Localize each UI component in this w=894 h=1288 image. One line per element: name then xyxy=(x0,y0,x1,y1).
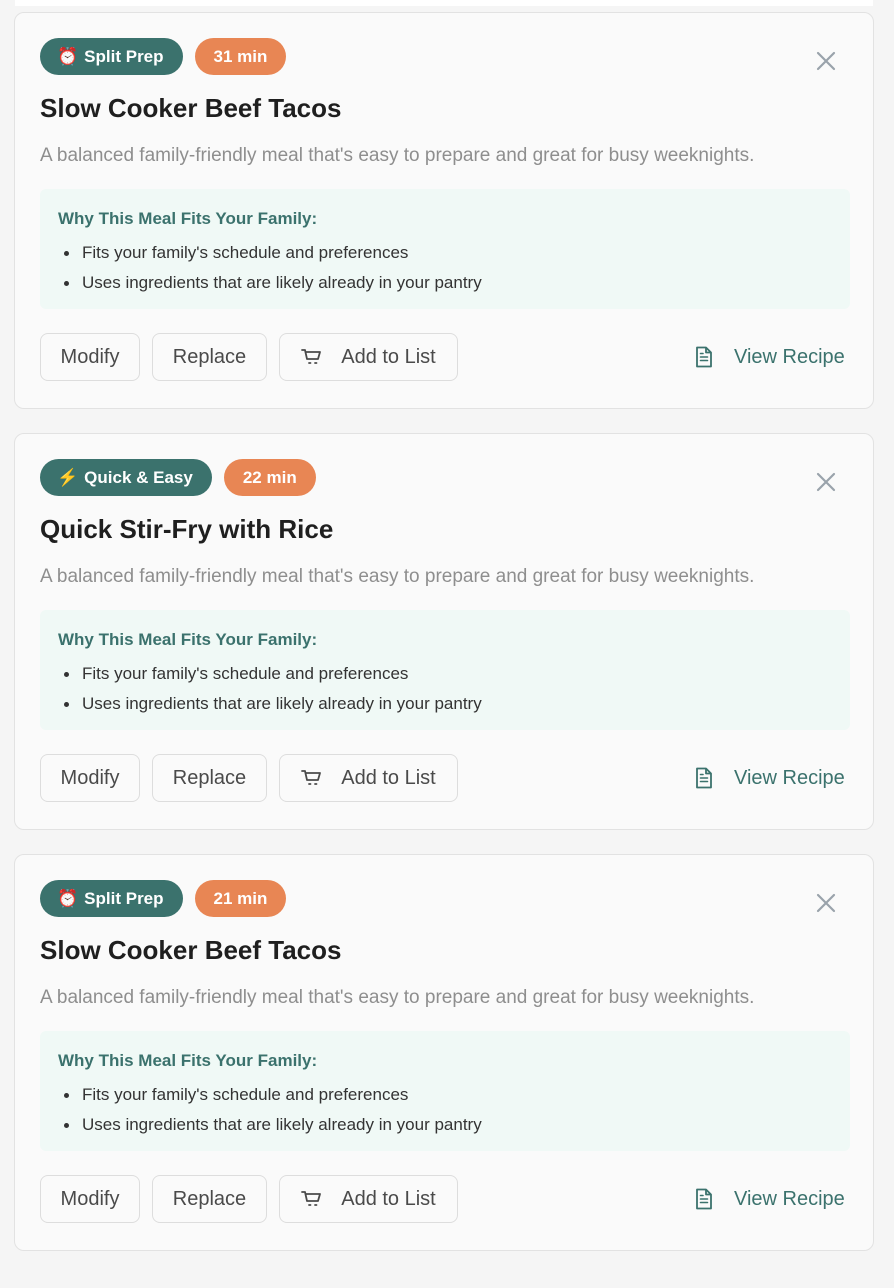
view-recipe-link[interactable]: View Recipe xyxy=(694,341,845,373)
reason-item: Uses ingredients that are likely already… xyxy=(58,1110,832,1140)
modify-button[interactable]: Modify xyxy=(40,333,140,381)
category-badge: ⚡ Quick & Easy xyxy=(40,459,212,496)
add-to-list-label: Add to List xyxy=(341,1187,436,1210)
why-this-meal-box: Why This Meal Fits Your Family: Fits you… xyxy=(40,1031,850,1151)
lightning-icon: ⚡ xyxy=(57,467,79,487)
meal-actions: Modify Replace Add to List xyxy=(40,1175,458,1223)
add-to-list-button[interactable]: Add to List xyxy=(279,1175,458,1223)
category-badge: ⏰ Split Prep xyxy=(40,38,183,75)
cart-icon xyxy=(301,1191,322,1206)
view-recipe-label: View Recipe xyxy=(734,345,845,368)
meal-description: A balanced family-friendly meal that's e… xyxy=(40,987,755,1008)
reason-list: Fits your family's schedule and preferen… xyxy=(58,659,832,719)
meal-badges: ⏰ Split Prep 21 min xyxy=(40,880,287,917)
replace-button[interactable]: Replace xyxy=(152,333,267,381)
meal-list: ⏰ Split Prep 31 min Slow Cooker Beef Tac… xyxy=(14,12,874,1275)
cart-icon xyxy=(301,770,322,785)
modify-button[interactable]: Modify xyxy=(40,754,140,802)
category-label: Split Prep xyxy=(84,888,164,908)
alarm-clock-icon: ⏰ xyxy=(57,46,79,66)
reason-item: Uses ingredients that are likely already… xyxy=(58,689,832,719)
time-badge: 21 min xyxy=(194,880,287,917)
view-recipe-label: View Recipe xyxy=(734,766,845,789)
time-badge: 22 min xyxy=(223,459,316,496)
why-this-meal-box: Why This Meal Fits Your Family: Fits you… xyxy=(40,189,850,309)
replace-button[interactable]: Replace xyxy=(152,754,267,802)
document-icon xyxy=(696,1188,712,1210)
why-this-meal-box: Why This Meal Fits Your Family: Fits you… xyxy=(40,610,850,730)
meal-title: Slow Cooker Beef Tacos xyxy=(40,93,342,123)
meal-actions: Modify Replace Add to List xyxy=(40,754,458,802)
document-icon xyxy=(696,767,712,789)
meal-description: A balanced family-friendly meal that's e… xyxy=(40,566,755,587)
add-to-list-label: Add to List xyxy=(341,766,436,789)
replace-button[interactable]: Replace xyxy=(152,1175,267,1223)
meal-title: Quick Stir-Fry with Rice xyxy=(40,514,334,544)
add-to-list-label: Add to List xyxy=(341,345,436,368)
meal-card: ⚡ Quick & Easy 22 min Quick Stir-Fry wit… xyxy=(14,433,874,830)
meal-badges: ⏰ Split Prep 31 min xyxy=(40,38,287,75)
meal-card: ⏰ Split Prep 31 min Slow Cooker Beef Tac… xyxy=(14,12,874,409)
meal-card: ⏰ Split Prep 21 min Slow Cooker Beef Tac… xyxy=(14,854,874,1251)
reason-item: Uses ingredients that are likely already… xyxy=(58,268,832,298)
meal-description: A balanced family-friendly meal that's e… xyxy=(40,145,755,166)
reason-item: Fits your family's schedule and preferen… xyxy=(58,238,832,268)
close-icon[interactable] xyxy=(816,51,836,71)
why-title: Why This Meal Fits Your Family: xyxy=(58,209,318,228)
reason-list: Fits your family's schedule and preferen… xyxy=(58,238,832,298)
view-recipe-link[interactable]: View Recipe xyxy=(694,1183,845,1215)
category-badge: ⏰ Split Prep xyxy=(40,880,183,917)
category-label: Quick & Easy xyxy=(84,467,193,487)
view-recipe-label: View Recipe xyxy=(734,1187,845,1210)
reason-list: Fits your family's schedule and preferen… xyxy=(58,1080,832,1140)
category-label: Split Prep xyxy=(84,46,164,66)
close-icon[interactable] xyxy=(816,472,836,492)
close-icon[interactable] xyxy=(816,893,836,913)
why-title: Why This Meal Fits Your Family: xyxy=(58,1051,318,1070)
reason-item: Fits your family's schedule and preferen… xyxy=(58,1080,832,1110)
add-to-list-button[interactable]: Add to List xyxy=(279,333,458,381)
why-title: Why This Meal Fits Your Family: xyxy=(58,630,318,649)
meal-title: Slow Cooker Beef Tacos xyxy=(40,935,342,965)
view-recipe-link[interactable]: View Recipe xyxy=(694,762,845,794)
time-badge: 31 min xyxy=(194,38,287,75)
meal-badges: ⚡ Quick & Easy 22 min xyxy=(40,459,316,496)
modify-button[interactable]: Modify xyxy=(40,1175,140,1223)
reason-item: Fits your family's schedule and preferen… xyxy=(58,659,832,689)
add-to-list-button[interactable]: Add to List xyxy=(279,754,458,802)
meal-actions: Modify Replace Add to List xyxy=(40,333,458,381)
alarm-clock-icon: ⏰ xyxy=(57,888,79,908)
document-icon xyxy=(696,346,712,368)
cart-icon xyxy=(301,349,322,364)
top-divider xyxy=(15,0,873,6)
